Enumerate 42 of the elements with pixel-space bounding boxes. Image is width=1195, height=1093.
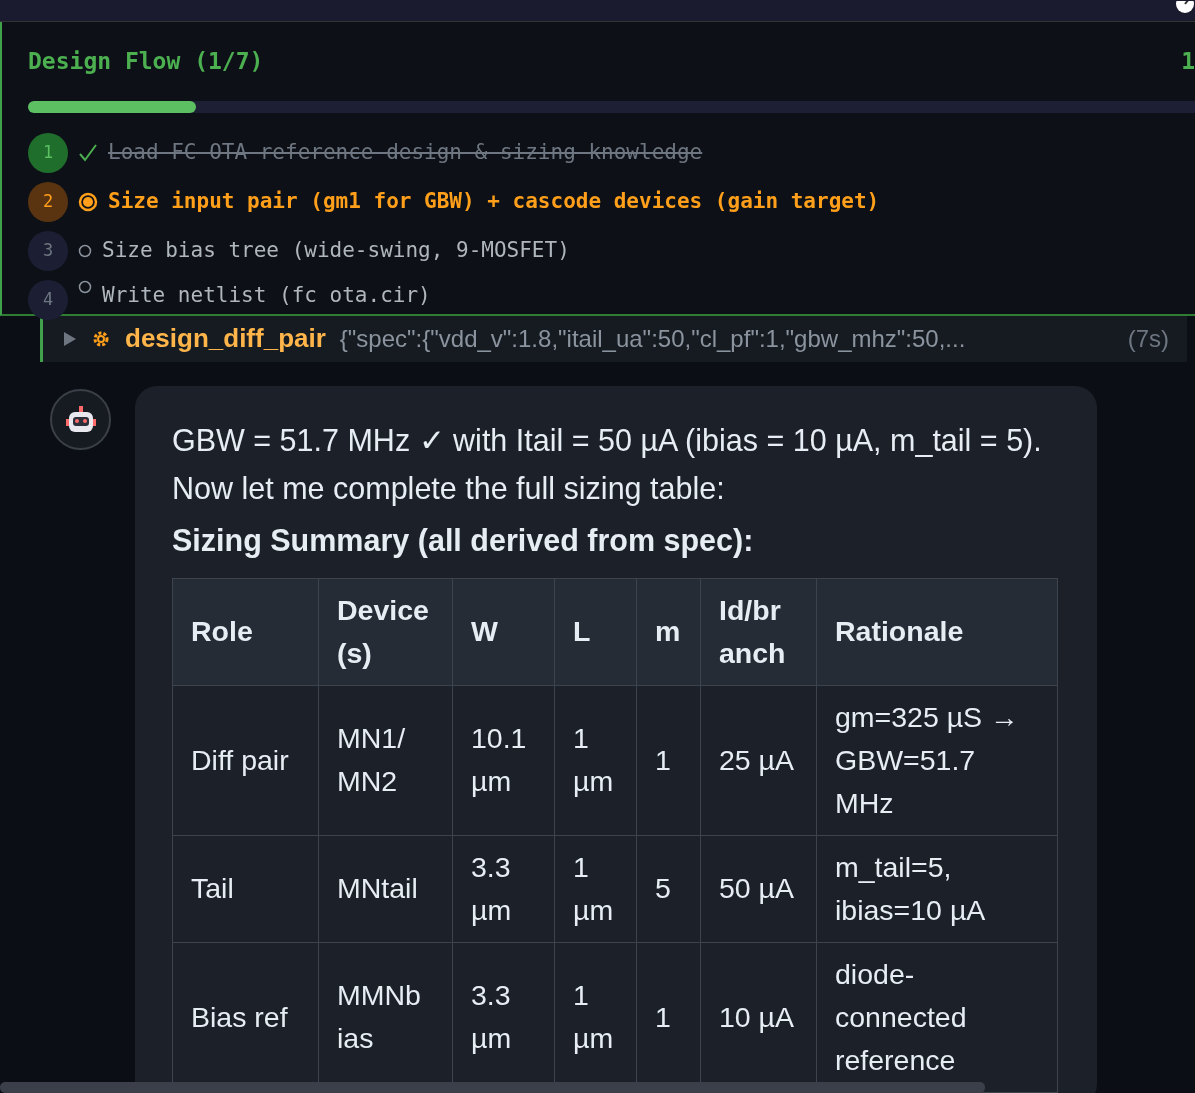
table-cell: MNtail bbox=[318, 835, 453, 942]
step-number: 3 bbox=[28, 231, 68, 271]
table-cell: 50 µA bbox=[700, 835, 817, 942]
table-cell: Diff pair bbox=[172, 685, 319, 835]
column-header: Id/br anch bbox=[700, 578, 817, 685]
tool-name: design_diff_pair bbox=[125, 322, 326, 355]
step-text: Size input pair (gm1 for GBW) + cascode devices (gain target) bbox=[108, 188, 880, 216]
check-icon bbox=[78, 144, 98, 162]
step-text: Load FC-OTA reference design & sizing knowledge bbox=[108, 139, 703, 167]
step-text: Size bias tree (wide-swing, 9-MOSFET) bbox=[102, 237, 570, 265]
step-number: 1 bbox=[28, 133, 68, 173]
column-header: m bbox=[636, 578, 701, 685]
step-number: 4 bbox=[28, 279, 68, 320]
tool-call-row[interactable]: design_diff_pair {"spec":{"vdd_v":1.8,"itail_ua":50,"cl_pf":1,"gbw_mhz":50,... (7s) bbox=[40, 315, 1187, 362]
table-cell: m_tail=5, ibias=10 µA bbox=[816, 835, 1058, 942]
table-cell: 5 bbox=[636, 835, 701, 942]
radio-dot-icon bbox=[78, 192, 98, 212]
column-header: L bbox=[554, 578, 637, 685]
message-text: GBW = 51.7 MHz ✓ with Itail = 50 µA (ibias = 10 µA, m_tail = 5). Now let me complete the full sizing table: bbox=[172, 421, 1043, 508]
table-cell: Tail bbox=[172, 835, 319, 942]
step-text: Write netlist (fc ota.cir) bbox=[102, 281, 431, 309]
table-cell: gm=325 µS → GBW=51.7 MHz bbox=[816, 685, 1058, 835]
table-cell: 10.1 µm bbox=[452, 685, 555, 835]
table-cell: MN1/ MN2 bbox=[318, 685, 453, 835]
table-cell: 1 bbox=[636, 685, 701, 835]
column-header: Role bbox=[172, 578, 319, 685]
progress-text: 1 bbox=[1181, 47, 1195, 76]
panel-title: Design Flow (1/7) bbox=[28, 47, 264, 76]
step-number: 2 bbox=[28, 182, 68, 222]
column-header: Device (s) bbox=[318, 578, 453, 685]
table-heading: Sizing Summary (all derived from spec): bbox=[172, 521, 755, 560]
scrollbar[interactable] bbox=[0, 1082, 985, 1093]
table-cell: 1 µm bbox=[554, 685, 637, 835]
column-header: Rationale bbox=[816, 578, 1058, 685]
table-cell: 1 µm bbox=[554, 835, 637, 942]
duration-text: (7s) bbox=[1127, 323, 1169, 354]
circle-icon bbox=[78, 279, 92, 294]
table-cell: 25 µA bbox=[700, 685, 817, 835]
column-header: W bbox=[452, 578, 555, 685]
table-cell: 3.3 µm bbox=[452, 835, 555, 942]
tool-arguments: {"spec":{"vdd_v":1.8,"itail_ua":50,"cl_pf":1,"gbw_mhz":50,... bbox=[339, 323, 967, 354]
circle-icon bbox=[78, 244, 92, 258]
